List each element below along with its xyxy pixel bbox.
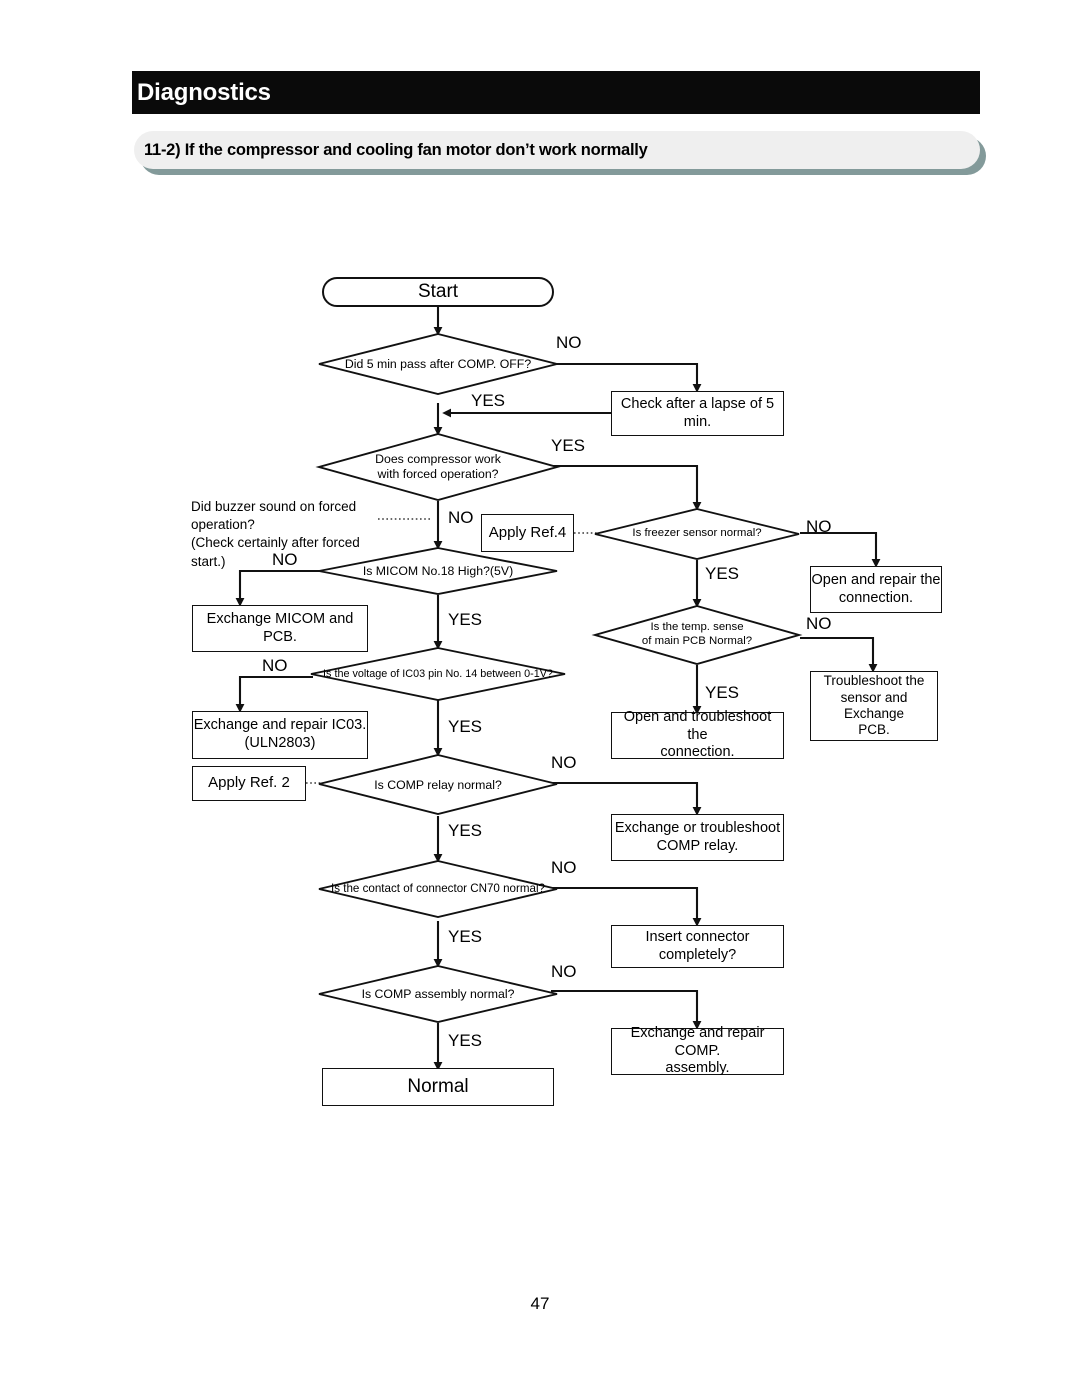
node-insert-connector-label: Insert connector completely? xyxy=(645,928,750,963)
node-does-compressor-work: Does compressor work with forced operati… xyxy=(315,433,561,501)
node-is-comp-relay-normal-label: Is COMP relay normal? xyxy=(374,777,502,792)
node-is-temp-sense-normal-label: Is the temp. sense of main PCB Normal? xyxy=(641,621,753,647)
edge-label-no-assembly: NO xyxy=(551,962,577,981)
node-check-after-lapse-label: Check after a lapse of 5 min. xyxy=(620,395,775,430)
node-is-temp-sense-normal: Is the temp. sense of main PCB Normal? xyxy=(591,605,803,665)
edge-label-no-comp-forced: NO xyxy=(448,508,474,527)
edge-label-no-5min: NO xyxy=(556,333,582,352)
edge-label-no-micom: NO xyxy=(272,550,298,569)
node-apply-ref-2: Apply Ref. 2 xyxy=(192,766,306,801)
edge-label-yes-ic03: YES xyxy=(448,717,483,736)
node-troubleshoot-sensor-exchange-pcb-label: Troubleshoot the sensor and Exchange PCB… xyxy=(823,673,925,738)
node-is-cn70-contact-normal-label: Is the contact of connector CN70 normal? xyxy=(331,882,545,896)
edge-label-yes-temp-sense: YES xyxy=(705,683,740,702)
page-number: 47 xyxy=(530,1294,550,1313)
node-is-freezer-sensor-normal-label: Is freezer sensor normal? xyxy=(632,527,762,540)
node-normal: Normal xyxy=(322,1068,554,1106)
node-exchange-repair-ic03: Exchange and repair IC03. (ULN2803) xyxy=(192,711,368,759)
node-troubleshoot-sensor-exchange-pcb: Troubleshoot the sensor and Exchange PCB… xyxy=(810,671,938,741)
edge-label-no-ic03: NO xyxy=(262,656,288,675)
node-did-5min-pass: Did 5 min pass after COMP. OFF? xyxy=(318,333,558,395)
edge-label-yes-comp-forced: YES xyxy=(551,436,586,455)
node-open-troubleshoot-connection: Open and troubleshoot the connection. xyxy=(611,708,784,761)
node-start-label: Start xyxy=(417,281,459,303)
edge-label-no-relay: NO xyxy=(551,753,577,772)
node-did-5min-pass-label: Did 5 min pass after COMP. OFF? xyxy=(344,356,532,371)
node-exchange-troubleshoot-relay-label: Exchange or troubleshoot COMP relay. xyxy=(614,819,781,854)
edge-label-no-cn70: NO xyxy=(551,858,577,877)
flowchart-diagram: Start Did 5 min pass after COMP. OFF? Ch… xyxy=(0,0,1080,1397)
node-open-repair-connection: Open and repair the connection. xyxy=(810,566,942,613)
node-does-compressor-work-label: Does compressor work with forced operati… xyxy=(375,452,501,481)
node-normal-label: Normal xyxy=(407,1076,469,1098)
node-open-troubleshoot-connection-label: Open and troubleshoot the connection. xyxy=(623,708,772,761)
node-check-after-lapse: Check after a lapse of 5 min. xyxy=(611,391,784,436)
node-exchange-micom-pcb: Exchange MICOM and PCB. xyxy=(192,605,368,652)
edge-label-yes-assembly: YES xyxy=(448,1031,483,1050)
node-exchange-repair-comp-assembly-label: Exchange and repair COMP. assembly. xyxy=(630,1024,765,1077)
node-open-repair-connection-label: Open and repair the connection. xyxy=(811,571,941,606)
node-exchange-repair-ic03-label: Exchange and repair IC03. (ULN2803) xyxy=(193,717,367,751)
node-is-comp-assembly-normal: Is COMP assembly normal? xyxy=(318,965,558,1023)
node-start: Start xyxy=(322,277,554,307)
node-exchange-repair-comp-assembly: Exchange and repair COMP. assembly. xyxy=(611,1024,784,1077)
edge-label-yes-relay: YES xyxy=(448,821,483,840)
node-is-ic03-voltage-normal: Is the voltage of IC03 pin No. 14 betwee… xyxy=(310,647,566,701)
edge-label-no-freezer-sensor: NO xyxy=(806,517,832,536)
node-is-comp-assembly-normal-label: Is COMP assembly normal? xyxy=(361,986,515,1001)
edge-label-yes-cn70: YES xyxy=(448,927,483,946)
node-apply-ref-2-label: Apply Ref. 2 xyxy=(208,774,290,792)
node-insert-connector: Insert connector completely? xyxy=(611,925,784,968)
node-is-cn70-contact-normal: Is the contact of connector CN70 normal? xyxy=(318,860,558,918)
edge-label-yes-micom: YES xyxy=(448,610,483,629)
node-exchange-troubleshoot-relay: Exchange or troubleshoot COMP relay. xyxy=(611,814,784,861)
node-is-freezer-sensor-normal: Is freezer sensor normal? xyxy=(594,508,800,560)
edge-label-yes-freezer-sensor: YES xyxy=(705,564,740,583)
node-exchange-micom-pcb-label: Exchange MICOM and PCB. xyxy=(206,610,354,645)
edge-label-yes-5min: YES xyxy=(471,391,506,410)
edge-label-no-temp-sense: NO xyxy=(806,614,832,633)
node-apply-ref-4-label: Apply Ref.4 xyxy=(488,523,567,541)
node-is-ic03-voltage-normal-label: Is the voltage of IC03 pin No. 14 betwee… xyxy=(323,667,553,680)
node-is-comp-relay-normal: Is COMP relay normal? xyxy=(318,754,558,816)
